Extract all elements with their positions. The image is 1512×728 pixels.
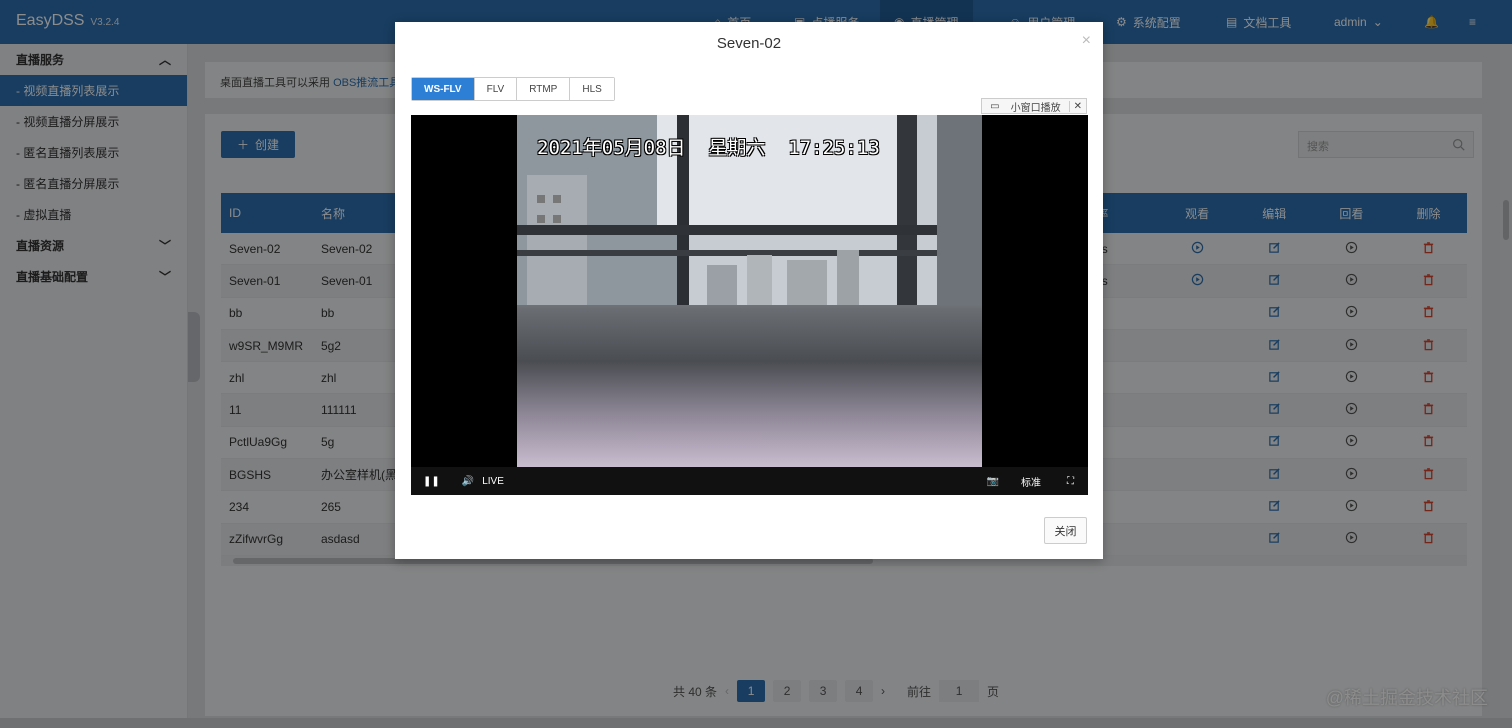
- protocol-tabs: WS-FLV FLV RTMP HLS: [411, 77, 615, 101]
- tab-rtmp[interactable]: RTMP: [517, 78, 571, 100]
- volume-button[interactable]: 🔊: [462, 476, 474, 487]
- close-icon[interactable]: ×: [1082, 32, 1091, 50]
- window-icon: ▭: [990, 100, 1000, 112]
- tab-hls[interactable]: HLS: [570, 78, 614, 100]
- camera-icon: 📷: [986, 475, 999, 487]
- close-button[interactable]: 关闭: [1044, 517, 1087, 544]
- pause-icon: ❚❚: [423, 475, 440, 487]
- tab-ws-flv[interactable]: WS-FLV: [412, 78, 475, 100]
- close-mini-icon[interactable]: ✕: [1068, 100, 1086, 112]
- quality-button[interactable]: 标准: [1021, 474, 1041, 489]
- video-frame: [517, 115, 982, 467]
- mini-window-button[interactable]: ▭ 小窗口播放 ✕: [981, 98, 1087, 114]
- volume-icon: 🔊: [461, 475, 475, 487]
- play-dialog: Seven-02 × WS-FLV FLV RTMP HLS ▭小窗口播放 ✕: [395, 22, 1103, 559]
- pause-button[interactable]: ❚❚: [423, 476, 440, 487]
- video-player[interactable]: 2021年05月08日 星期六 17:25:13 ❚❚ 🔊 LIVE 📷 标准 …: [411, 115, 1088, 495]
- fullscreen-icon: ⛶: [1067, 475, 1074, 487]
- fullscreen-button[interactable]: ⛶: [1067, 476, 1074, 487]
- tab-flv[interactable]: FLV: [474, 78, 518, 100]
- dialog-title: Seven-02: [716, 35, 782, 52]
- snapshot-button[interactable]: 📷: [987, 476, 999, 487]
- timestamp-overlay: 2021年05月08日 星期六 17:25:13: [537, 137, 880, 159]
- player-controls: ❚❚ 🔊 LIVE 📷 标准 ⛶: [411, 467, 1088, 495]
- live-badge: LIVE: [482, 475, 504, 487]
